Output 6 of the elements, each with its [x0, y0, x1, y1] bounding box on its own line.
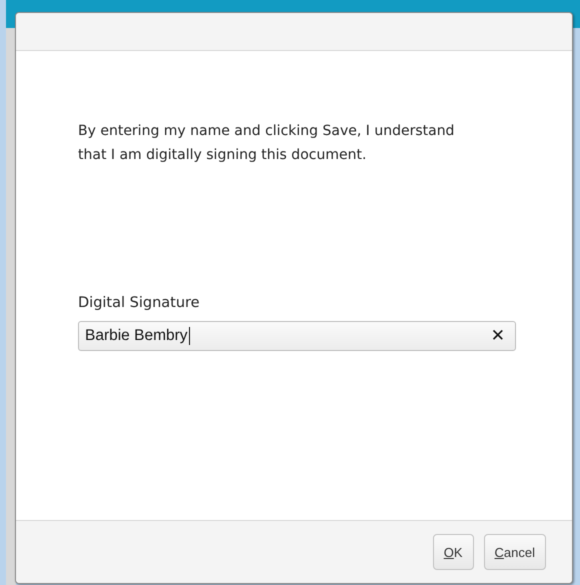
clear-button[interactable]: ✕ [486, 326, 509, 346]
dialog-message: By entering my name and clicking Save, I understand that I am digitally signing this document. [78, 122, 456, 165]
cancel-button[interactable]: Cancel [484, 534, 546, 570]
signature-field[interactable]: Barbie Bembry ✕ [78, 321, 516, 351]
field-label: Digital Signature [78, 295, 201, 311]
ok-button[interactable]: OK [432, 534, 474, 570]
